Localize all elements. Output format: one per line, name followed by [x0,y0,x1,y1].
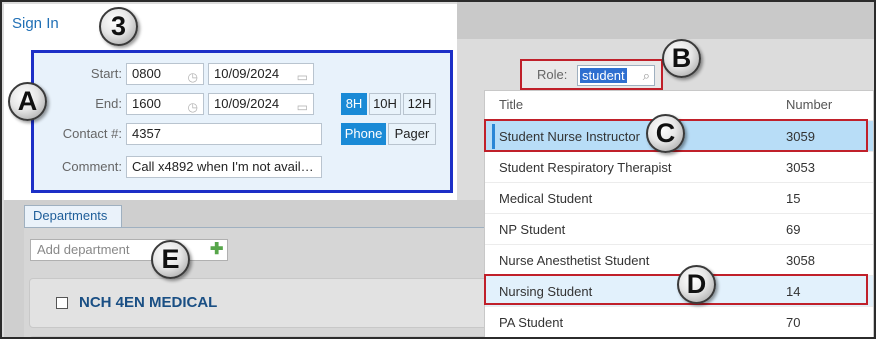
list-item[interactable]: Student Respiratory Therapist 3053 [485,151,873,182]
callout-c: C [646,114,685,153]
start-date-value: 10/09/2024 [214,66,280,81]
contact-row: Contact #: 4357 Phone Pager [34,123,450,145]
add-department-input[interactable]: Add department [30,239,228,261]
department-checkbox[interactable] [56,297,68,309]
calendar-icon[interactable]: ▭ [297,67,308,84]
results-header: Title Number [485,97,873,119]
callout-b: B [662,39,701,78]
role-number: 14 [786,284,801,299]
end-time-input[interactable]: 1600 ◷ [126,93,204,115]
start-time-input[interactable]: 0800 ◷ [126,63,204,85]
role-number: 3059 [786,129,815,144]
contact-input[interactable]: 4357 [126,123,322,145]
sign-in-title: Sign In [12,15,59,32]
selection-indicator [492,124,495,149]
start-time-value: 0800 [132,66,161,81]
role-search-field: Role: student ⌕ [520,59,663,90]
column-header-title: Title [499,97,524,112]
department-label: NCH 4EN MEDICAL [79,294,218,311]
duration-8h-button[interactable]: 8H [341,93,367,115]
role-title: Student Respiratory Therapist [499,160,672,175]
role-label: Role: [537,67,568,82]
comment-label: Comment: [62,159,122,174]
start-date-input[interactable]: 10/09/2024 ▭ [208,63,314,85]
sign-in-form: Start: 0800 ◷ 10/09/2024 ▭ End: 1600 ◷ 1… [31,50,453,193]
start-row: Start: 0800 ◷ 10/09/2024 ▭ [34,63,450,85]
role-title: Nursing Student [499,284,593,299]
duration-12h-button[interactable]: 12H [403,93,436,115]
contact-label: Contact #: [62,126,122,141]
list-item[interactable]: PA Student 70 [485,306,873,337]
plus-icon[interactable]: ✚ [210,242,223,258]
sign-in-panel: Sign In Start: 0800 ◷ 10/09/2024 ▭ End: … [4,4,457,200]
role-number: 15 [786,191,801,206]
column-header-number: Number [786,97,833,112]
list-item[interactable]: NP Student 69 [485,213,873,244]
callout-a: A [8,82,47,121]
role-number: 3053 [786,160,815,175]
departments-section: Departments Add department ✚ NCH 4EN MED… [4,200,489,337]
clock-icon[interactable]: ◷ [188,97,198,114]
departments-panel: Add department ✚ NCH 4EN MEDICAL [24,228,489,337]
screenshot-frame: Sign In Start: 0800 ◷ 10/09/2024 ▭ End: … [0,0,876,339]
end-row: End: 1600 ◷ 10/09/2024 ▭ 8H 10H 12H [34,93,450,115]
department-item[interactable]: NCH 4EN MEDICAL [29,278,489,328]
role-title: NP Student [499,222,566,237]
end-time-value: 1600 [132,96,161,111]
comment-row: Comment: Call x4892 when I'm not avail… [34,156,450,178]
tab-departments[interactable]: Departments [24,205,122,227]
role-title: Medical Student [499,191,593,206]
calendar-icon[interactable]: ▭ [297,97,308,114]
clock-icon[interactable]: ◷ [188,67,198,84]
role-number: 69 [786,222,801,237]
role-input-value: student [580,68,627,83]
search-icon[interactable]: ⌕ [643,68,650,84]
callout-3: 3 [99,7,138,46]
role-number: 3058 [786,253,815,268]
end-date-value: 10/09/2024 [214,96,280,111]
duration-10h-button[interactable]: 10H [369,93,401,115]
start-label: Start: [90,66,122,81]
pager-button[interactable]: Pager [388,123,436,145]
callout-e: E [151,240,190,279]
role-input[interactable]: student ⌕ [577,65,655,86]
role-title: Nurse Anesthetist Student [499,253,650,268]
end-label: End: [95,96,122,111]
comment-input[interactable]: Call x4892 when I'm not avail… [126,156,322,178]
callout-d: D [677,265,716,304]
role-title: Student Nurse Instructor [499,129,640,144]
dimmed-header-area [457,2,874,39]
role-title: PA Student [499,315,564,330]
role-number: 70 [786,315,801,330]
end-date-input[interactable]: 10/09/2024 ▭ [208,93,314,115]
list-item[interactable]: Medical Student 15 [485,182,873,213]
list-item[interactable]: Nurse Anesthetist Student 3058 [485,244,873,275]
phone-button[interactable]: Phone [341,123,386,145]
